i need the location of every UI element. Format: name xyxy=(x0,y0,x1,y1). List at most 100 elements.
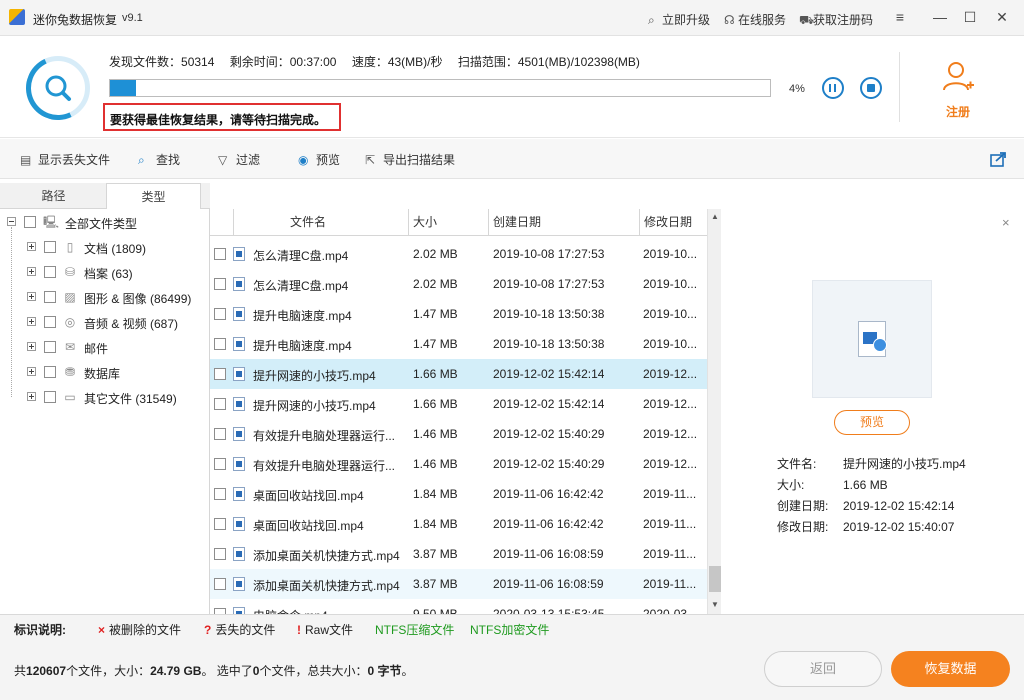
row-checkbox[interactable] xyxy=(214,368,226,380)
status-bar: 共120607个文件，大小：24.79 GB。 选中了0个文件，总共大小：0 字… xyxy=(0,642,1024,700)
close-button[interactable]: ✕ xyxy=(993,8,1011,26)
tree-item-checkbox[interactable] xyxy=(44,391,56,403)
tree-root-checkbox[interactable] xyxy=(24,216,36,228)
column-header-modified[interactable]: 修改日期 xyxy=(640,209,707,236)
file-size: 3.87 MB xyxy=(413,547,458,561)
image-icon: ▨ xyxy=(64,290,76,304)
maximize-button[interactable]: ☐ xyxy=(961,8,979,26)
table-row[interactable]: 怎么清理C盘.mp4 2.02 MB 2019-10-08 17:27:53 2019… xyxy=(210,269,707,299)
expand-toggle[interactable] xyxy=(27,317,36,326)
row-checkbox[interactable] xyxy=(214,278,226,290)
table-row[interactable]: 添加桌面关机快捷方式.mp4 3.87 MB 2019-11-06 16:08:59… xyxy=(210,539,707,569)
table-row[interactable]: 桌面回收站找回.mp4 1.84 MB 2019-11-06 16:42:42 201… xyxy=(210,479,707,509)
stop-icon xyxy=(867,84,875,92)
share-icon[interactable] xyxy=(990,150,1008,168)
archive-icon: ⛁ xyxy=(64,265,76,279)
row-checkbox[interactable] xyxy=(214,518,226,530)
tree-item[interactable]: ⛃ 数据库 xyxy=(0,362,209,382)
video-file-icon xyxy=(233,457,245,471)
file-created: 2020-03-13 15:53:45 xyxy=(493,607,605,614)
row-checkbox[interactable] xyxy=(214,248,226,260)
row-checkbox[interactable] xyxy=(214,338,226,350)
tree-item[interactable]: ⛁ 档案 (63) xyxy=(0,262,209,282)
row-checkbox[interactable] xyxy=(214,488,226,500)
legend-title: 标识说明: xyxy=(14,623,66,637)
table-vertical-scrollbar[interactable]: ▲ ▼ xyxy=(707,209,721,614)
tree-item-checkbox[interactable] xyxy=(44,316,56,328)
close-preview-icon[interactable]: × xyxy=(1002,215,1010,230)
tree-item[interactable]: ▭ 其它文件 (31549) xyxy=(0,387,209,407)
show-lost-files-button[interactable]: ▤ 显示丢失文件 xyxy=(20,151,110,168)
legend-mark: ? xyxy=(204,623,212,637)
tree-item-label: 档案 (63) xyxy=(84,267,133,281)
preview-toolbar-button[interactable]: ◉ 预览 xyxy=(298,151,340,168)
expand-toggle[interactable] xyxy=(27,267,36,276)
pause-button[interactable] xyxy=(822,77,844,99)
row-checkbox[interactable] xyxy=(214,398,226,410)
row-checkbox[interactable] xyxy=(214,548,226,560)
recover-data-button[interactable]: 恢复数据 xyxy=(891,651,1010,687)
tab-path[interactable]: 路径 xyxy=(0,183,107,209)
scroll-thumb[interactable] xyxy=(709,566,721,592)
column-header-size[interactable]: 大小 xyxy=(409,209,489,236)
file-modified: 2019-12... xyxy=(643,427,698,441)
video-file-icon xyxy=(233,517,245,531)
expand-toggle[interactable] xyxy=(27,242,36,251)
row-checkbox[interactable] xyxy=(214,428,226,440)
scan-tip-text: 要获得最佳恢复结果，请等待扫描完成。 xyxy=(110,113,327,127)
table-row[interactable]: 提升网速的小技巧.mp4 1.66 MB 2019-12-02 15:42:14 20… xyxy=(210,359,707,389)
tab-type[interactable]: 类型 xyxy=(106,183,201,210)
tree-item-checkbox[interactable] xyxy=(44,241,56,253)
preview-button[interactable]: 预览 xyxy=(834,410,910,435)
table-row[interactable]: 提升网速的小技巧.mp4 1.66 MB 2019-12-02 15:42:14 20… xyxy=(210,389,707,419)
table-row[interactable]: 提升电脑速度.mp4 1.47 MB 2019-10-18 13:50:38 2019… xyxy=(210,329,707,359)
back-button[interactable]: 返回 xyxy=(764,651,882,687)
column-header-name[interactable]: 文件名 xyxy=(234,209,409,236)
filter-button[interactable]: ▽ 过滤 xyxy=(218,151,260,168)
tree-item-label: 音频 & 视频 (687) xyxy=(84,317,179,331)
file-name: 有效提升电脑处理器运行... xyxy=(253,429,396,443)
tree-root[interactable]: 🖳 全部文件类型 xyxy=(0,212,209,232)
mail-icon: ✉ xyxy=(64,340,76,354)
table-row[interactable]: 怎么清理C盘.mp4 2.02 MB 2019-10-08 17:27:53 2019… xyxy=(210,239,707,269)
register-button[interactable]: 注册 xyxy=(930,58,986,120)
table-row[interactable]: 有效提升电脑处理器运行... 1.46 MB 2019-12-02 15:40:29… xyxy=(210,419,707,449)
minimize-button[interactable]: — xyxy=(931,8,949,26)
collapse-toggle[interactable] xyxy=(7,217,16,226)
table-row[interactable]: 有效提升电脑处理器运行... 1.46 MB 2019-12-02 15:40:29… xyxy=(210,449,707,479)
tree-item-label: 图形 & 图像 (86499) xyxy=(84,292,192,306)
online-service-link[interactable]: ☊ 在线服务 xyxy=(724,11,786,28)
column-header-created[interactable]: 创建日期 xyxy=(489,209,640,236)
export-scan-results-button[interactable]: ⇱ 导出扫描结果 xyxy=(365,151,455,168)
tree-item-checkbox[interactable] xyxy=(44,341,56,353)
row-checkbox[interactable] xyxy=(214,458,226,470)
find-button[interactable]: ⌕ 查找 xyxy=(138,151,180,168)
table-row[interactable]: 提升电脑速度.mp4 1.47 MB 2019-10-18 13:50:38 2019… xyxy=(210,299,707,329)
menu-button[interactable]: ≡ xyxy=(891,8,909,26)
tree-item-checkbox[interactable] xyxy=(44,366,56,378)
file-size: 3.87 MB xyxy=(413,577,458,591)
scroll-up-icon[interactable]: ▲ xyxy=(710,211,720,223)
expand-toggle[interactable] xyxy=(27,342,36,351)
expand-toggle[interactable] xyxy=(27,292,36,301)
tree-item-checkbox[interactable] xyxy=(44,291,56,303)
tree-item-checkbox[interactable] xyxy=(44,266,56,278)
expand-toggle[interactable] xyxy=(27,367,36,376)
row-checkbox[interactable] xyxy=(214,308,226,320)
expand-toggle[interactable] xyxy=(27,392,36,401)
table-row[interactable]: 添加桌面关机快捷方式.mp4 3.87 MB 2019-11-06 16:08:59… xyxy=(210,569,707,599)
tree-item[interactable]: ✉ 邮件 xyxy=(0,337,209,357)
stop-button[interactable] xyxy=(860,77,882,99)
file-name: 怎么清理C盘.mp4 xyxy=(253,279,349,293)
table-row[interactable]: 桌面回收站找回.mp4 1.84 MB 2019-11-06 16:42:42 201… xyxy=(210,509,707,539)
upgrade-link[interactable]: ⌕ 立即升级 xyxy=(648,11,710,28)
get-register-code-link[interactable]: ⛟获取注册码 xyxy=(799,11,873,29)
table-row[interactable]: 电脑命令.mp4 9.50 MB 2020-03-13 15:53:45 2020-0… xyxy=(210,599,707,614)
scroll-down-icon[interactable]: ▼ xyxy=(710,599,720,611)
scan-progress-fill xyxy=(110,80,137,96)
user-add-icon xyxy=(943,62,974,91)
tree-item[interactable]: ▨ 图形 & 图像 (86499) xyxy=(0,287,209,307)
row-checkbox[interactable] xyxy=(214,578,226,590)
tree-item[interactable]: ▯ 文档 (1809) xyxy=(0,237,209,257)
tree-item[interactable]: ◎ 音频 & 视频 (687) xyxy=(0,312,209,332)
